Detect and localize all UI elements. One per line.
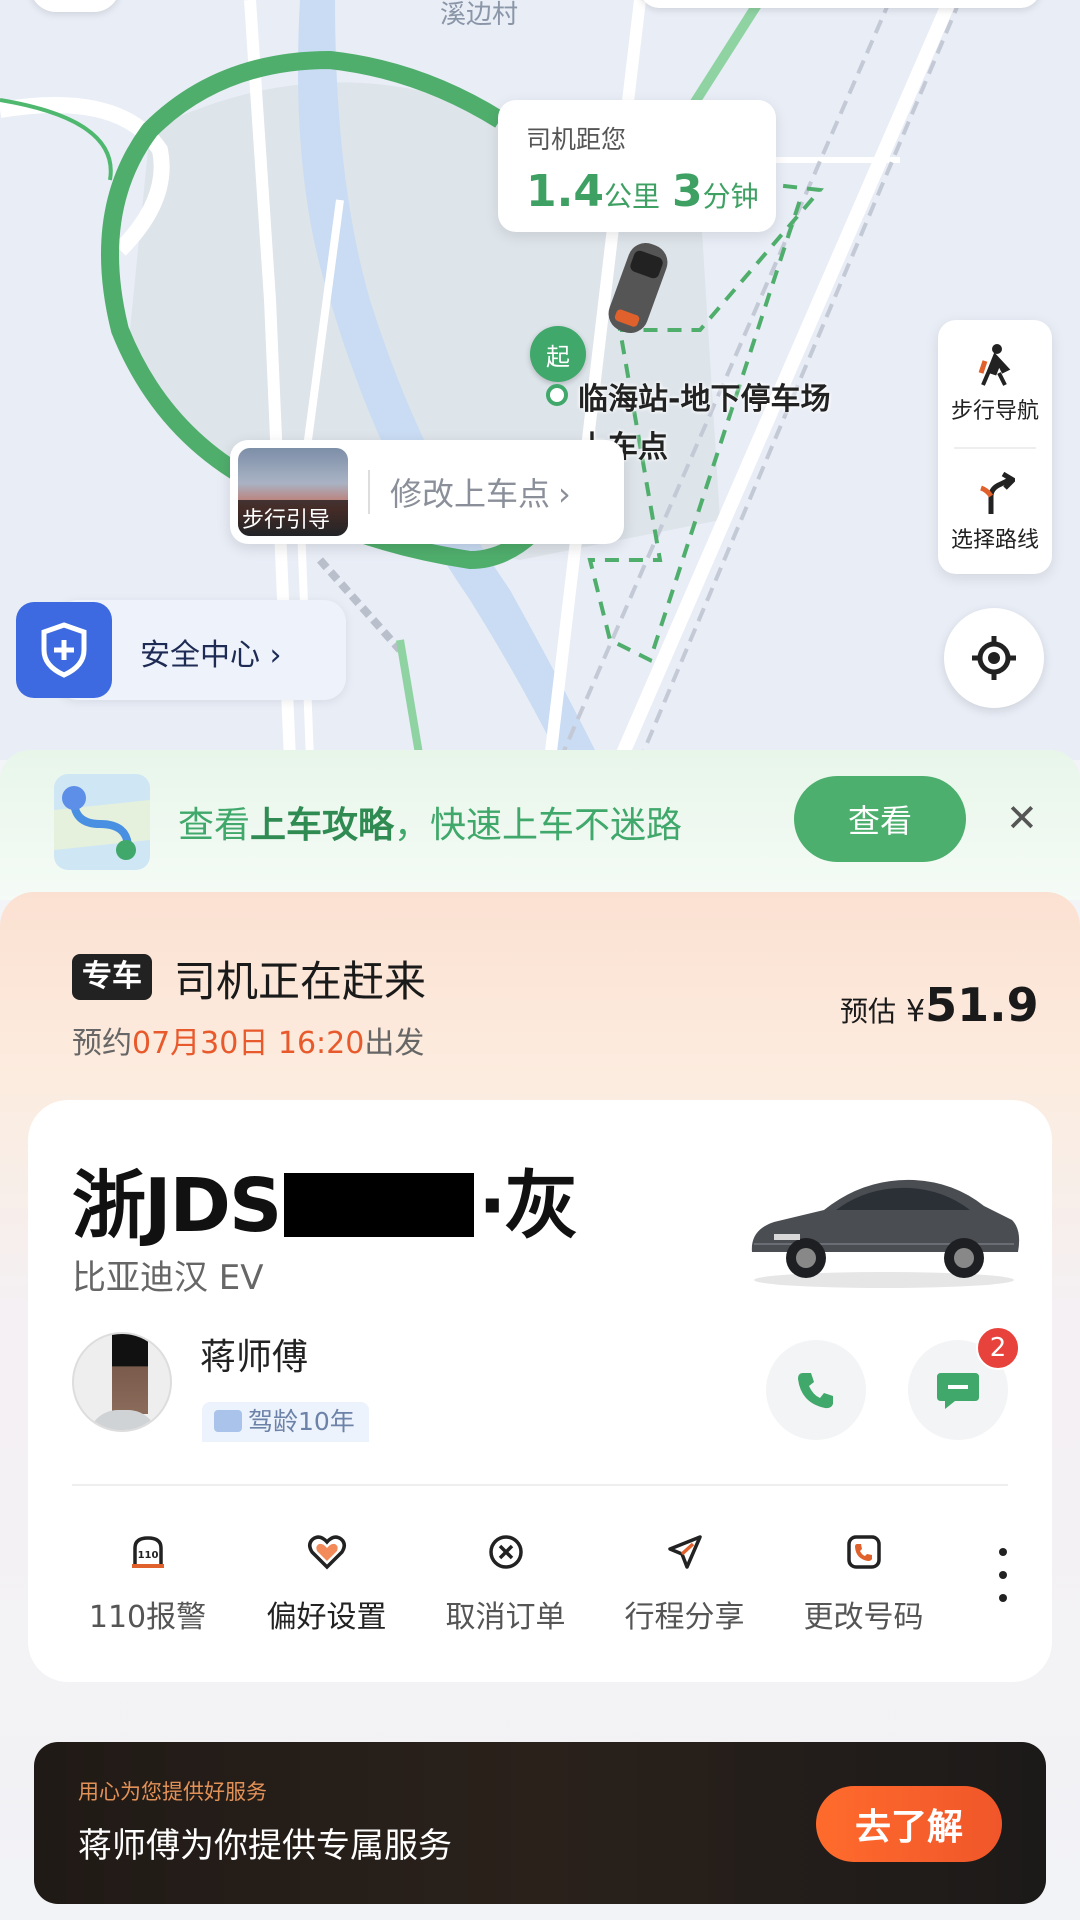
safety-center-button[interactable]: 安全中心 › bbox=[16, 594, 346, 706]
driver-service-promo[interactable]: 用心为您提供好服务 蒋师傅为你提供专属服务 去了解 bbox=[34, 1742, 1046, 1904]
time-unit: 分钟 bbox=[702, 180, 759, 213]
cancel-order-button[interactable]: 取消订单 bbox=[416, 1524, 595, 1644]
driver-name: 蒋师傅 bbox=[200, 1337, 309, 1378]
send-plane-icon bbox=[666, 1524, 704, 1580]
driver-avatar[interactable] bbox=[72, 1332, 172, 1432]
card-divider bbox=[72, 1484, 1008, 1486]
driver-card: 浙JDS ·灰 比亚迪汉 EV 蒋师傅 驾龄10年 2 110 110报警 偏好… bbox=[28, 1100, 1052, 1682]
action-bar: 110 110报警 偏好设置 取消订单 行程分享 更改号码 bbox=[58, 1524, 1038, 1644]
more-options-icon[interactable] bbox=[988, 1540, 1018, 1610]
svg-text:110: 110 bbox=[137, 1550, 158, 1561]
walking-person-icon bbox=[975, 343, 1015, 389]
driving-years-tag: 驾龄10年 bbox=[202, 1402, 369, 1442]
change-pickup-button[interactable]: 修改上车点 › bbox=[390, 469, 571, 515]
service-type-badge: 专车 bbox=[72, 954, 152, 1000]
trip-status-title: 司机正在赶来 bbox=[174, 957, 427, 1006]
pickup-pin-icon bbox=[546, 384, 568, 406]
locate-target-icon bbox=[972, 636, 1016, 680]
plate-redaction bbox=[284, 1173, 475, 1237]
guide-text: 查看上车攻略，快速上车不迷路 bbox=[178, 805, 683, 846]
locate-me-button[interactable] bbox=[944, 608, 1044, 708]
cancel-circle-icon bbox=[487, 1524, 525, 1580]
police-110-button[interactable]: 110 110报警 bbox=[58, 1524, 237, 1644]
preference-settings-button[interactable]: 偏好设置 bbox=[237, 1524, 416, 1644]
top-right-pill[interactable] bbox=[640, 0, 1040, 8]
unread-message-badge: 2 bbox=[976, 1326, 1020, 1370]
choose-route-label: 选择路线 bbox=[950, 527, 1039, 553]
police-110-icon: 110 bbox=[130, 1524, 166, 1580]
distance-title: 司机距您 bbox=[526, 125, 627, 154]
walk-navigation-button[interactable]: 步行导航 bbox=[938, 320, 1052, 447]
promo-subtitle: 用心为您提供好服务 bbox=[78, 1780, 267, 1804]
heart-icon bbox=[307, 1524, 347, 1580]
share-trip-label: 行程分享 bbox=[624, 1600, 745, 1635]
start-badge: 起 bbox=[530, 326, 586, 382]
preference-settings-label: 偏好设置 bbox=[266, 1600, 387, 1635]
share-trip-button[interactable]: 行程分享 bbox=[595, 1524, 774, 1644]
distance-values: 1.4公里 3分钟 bbox=[526, 166, 759, 217]
walk-guide-card[interactable]: 步行引导 修改上车点 › bbox=[230, 440, 624, 544]
walk-guide-label: 步行引导 bbox=[238, 500, 348, 536]
route-fork-icon bbox=[975, 471, 1018, 518]
distance-value: 1.4 bbox=[526, 166, 604, 217]
walk-card-divider bbox=[368, 470, 370, 514]
time-value: 3 bbox=[671, 166, 703, 217]
view-guide-button[interactable]: 查看 bbox=[794, 776, 966, 862]
learn-more-button[interactable]: 去了解 bbox=[816, 1786, 1002, 1862]
change-number-button[interactable]: 更改号码 bbox=[774, 1524, 953, 1644]
phone-icon bbox=[798, 1373, 833, 1409]
map-view[interactable]: 溪边村 司机距您 1.4公里 3分钟 起 临海站-地下停车场上车点 步行引导 修改… bbox=[0, 0, 1080, 760]
boarding-guide-banner: 查看上车攻略，快速上车不迷路 查看 ✕ bbox=[0, 750, 1080, 900]
car-image bbox=[751, 1179, 1020, 1288]
shield-icon bbox=[16, 602, 112, 698]
change-number-label: 更改号码 bbox=[803, 1600, 924, 1635]
car-model: 比亚迪汉 EV bbox=[72, 1258, 264, 1298]
map-side-tools: 步行导航 选择路线 bbox=[938, 320, 1052, 574]
license-plate: 浙JDS ·灰 bbox=[72, 1163, 578, 1249]
chat-icon bbox=[937, 1373, 979, 1409]
walk-guide-thumbnail[interactable]: 步行引导 bbox=[238, 448, 348, 536]
distance-unit: 公里 bbox=[603, 180, 660, 213]
change-pickup-label: 修改上车点 bbox=[390, 475, 551, 513]
chevron-right-icon: › bbox=[558, 475, 571, 513]
schedule-text: 预约07月30日 16:20出发 bbox=[72, 1026, 425, 1061]
cancel-order-label: 取消订单 bbox=[445, 1600, 566, 1635]
police-110-label: 110报警 bbox=[88, 1600, 207, 1635]
driver-distance-card: 司机距您 1.4公里 3分钟 bbox=[498, 100, 776, 232]
walk-navigation-label: 步行导航 bbox=[950, 398, 1039, 424]
phone-change-icon bbox=[845, 1524, 883, 1580]
promo-title: 蒋师傅为你提供专属服务 bbox=[78, 1826, 452, 1866]
safety-center-label: 安全中心 › bbox=[140, 638, 282, 673]
estimated-price[interactable]: 预估 ¥51.9 bbox=[840, 978, 1039, 1032]
close-icon[interactable]: ✕ bbox=[1006, 796, 1038, 840]
call-driver-button[interactable] bbox=[766, 1340, 866, 1440]
choose-route-button[interactable]: 选择路线 bbox=[938, 449, 1052, 576]
license-card-icon bbox=[214, 1410, 242, 1432]
map-place-label: 溪边村 bbox=[440, 0, 519, 30]
guide-map-icon bbox=[50, 770, 154, 874]
